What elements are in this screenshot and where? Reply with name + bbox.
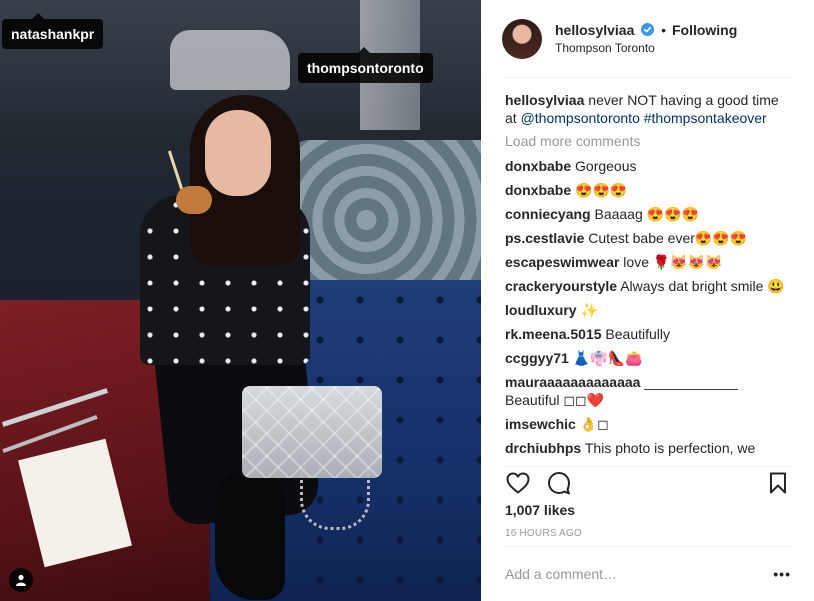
- comment-username[interactable]: mauraaaaaaaaaaaaa: [505, 374, 640, 390]
- caption-hashtag-link[interactable]: #thompsontakeover: [644, 110, 767, 126]
- comment-text: Gorgeous: [575, 158, 637, 174]
- post-actions-bar: [505, 466, 791, 496]
- comment-text: Always dat bright smile 😃: [620, 278, 785, 294]
- comment-item: conniecyang Baaaag 😍😍😍: [505, 205, 791, 223]
- comment-username[interactable]: rk.meena.5015: [505, 326, 602, 342]
- location-link[interactable]: Thompson Toronto: [555, 41, 737, 55]
- avatar[interactable]: [502, 18, 542, 59]
- comment-text: 👗👘👠👛: [572, 350, 643, 366]
- photo-handbag-chain: [300, 470, 370, 530]
- header-username[interactable]: hellosylviaa: [555, 22, 634, 38]
- likes-count[interactable]: 1,007 likes: [505, 502, 575, 518]
- comment-item: ccggyy71 👗👘👠👛: [505, 349, 791, 367]
- comment-text: Beautifully: [605, 326, 671, 342]
- post-side-panel: hellosylviaa • Following Thompson Toront…: [481, 0, 814, 601]
- photo-car: [170, 30, 290, 90]
- photo-person-boot: [215, 470, 285, 600]
- comment-username[interactable]: donxbabe: [505, 182, 571, 198]
- user-tag-thompsontoronto[interactable]: thompsontoronto: [298, 47, 433, 83]
- comment-username[interactable]: imsewchic: [505, 416, 576, 432]
- comment-username[interactable]: ps.cestlavie: [505, 230, 584, 246]
- post-timestamp[interactable]: 16 HOURS AGO: [505, 528, 582, 539]
- photo-burger: [176, 186, 212, 214]
- caption-username[interactable]: hellosylviaa: [505, 92, 584, 108]
- tagged-users-button[interactable]: [9, 568, 33, 592]
- comment-username[interactable]: crackeryourstyle: [505, 278, 617, 294]
- comment-text: Baaaag 😍😍😍: [594, 206, 699, 222]
- post-caption: hellosylviaa never NOT having a good tim…: [505, 91, 791, 127]
- comment-button[interactable]: [546, 470, 572, 496]
- comment-username[interactable]: loudluxury: [505, 302, 577, 318]
- comment-item: ps.cestlavie Cutest babe ever😍😍😍: [505, 229, 791, 247]
- post-header: hellosylviaa • Following Thompson Toront…: [502, 0, 791, 78]
- save-button[interactable]: [765, 470, 791, 496]
- comment-item: donxbabe 😍😍😍: [505, 181, 791, 199]
- add-comment-input[interactable]: [505, 566, 771, 582]
- comment-text: 👌◻: [579, 416, 609, 432]
- comment-item: rk.meena.5015 Beautifully: [505, 325, 791, 343]
- header-info: hellosylviaa • Following Thompson Toront…: [555, 22, 737, 55]
- comment-item: loudluxury ✨: [505, 301, 791, 319]
- post-photo[interactable]: natashankpr thompsontoronto: [0, 0, 481, 601]
- more-options-button[interactable]: •••: [771, 566, 791, 582]
- like-button[interactable]: [505, 470, 531, 496]
- caption-mention-link[interactable]: @thompsontoronto: [521, 110, 640, 126]
- header-top-line: hellosylviaa • Following: [555, 22, 737, 38]
- comments-list: hellosylviaa never NOT having a good tim…: [505, 78, 791, 458]
- comment-text: This photo is perfection, we: [584, 440, 756, 456]
- bookmark-icon: [770, 472, 786, 493]
- comment-item: escapeswimwear love 🌹😻😻😻: [505, 253, 791, 271]
- following-button[interactable]: Following: [672, 22, 737, 38]
- comment-username[interactable]: conniecyang: [505, 206, 591, 222]
- comment-item: crackeryourstyle Always dat bright smile…: [505, 277, 791, 295]
- heart-icon: [506, 472, 530, 493]
- comment-text: ✨: [580, 302, 598, 318]
- comment-item: drchiubhps This photo is perfection, we: [505, 439, 791, 457]
- comment-item: donxbabe Gorgeous: [505, 157, 791, 175]
- comment-text: love 🌹😻😻😻: [623, 254, 723, 270]
- comment-username[interactable]: ccggyy71: [505, 350, 569, 366]
- instagram-post: natashankpr thompsontoronto hellosylviaa: [0, 0, 814, 601]
- comment-username[interactable]: escapeswimwear: [505, 254, 619, 270]
- header-separator: •: [661, 22, 667, 38]
- speech-bubble-icon: [548, 471, 570, 494]
- comment-text: 😍😍😍: [575, 182, 628, 198]
- verified-badge-icon: [641, 23, 655, 36]
- comment-item: mauraaaaaaaaaaaaa ____________ Beautiful…: [505, 373, 791, 409]
- comment-item: imsewchic 👌◻: [505, 415, 791, 433]
- comment-text: Cutest babe ever😍😍😍: [588, 230, 748, 246]
- comment-username[interactable]: donxbabe: [505, 158, 571, 174]
- photo-handbag: [242, 386, 382, 478]
- photo-person-face: [205, 110, 271, 196]
- load-more-comments-button[interactable]: Load more comments: [505, 133, 791, 149]
- comment-username[interactable]: drchiubhps: [505, 440, 581, 456]
- add-comment-section: •••: [505, 546, 791, 601]
- person-icon: [16, 574, 26, 586]
- photo-skewer: [167, 150, 184, 190]
- user-tag-natashankpr[interactable]: natashankpr: [2, 13, 104, 49]
